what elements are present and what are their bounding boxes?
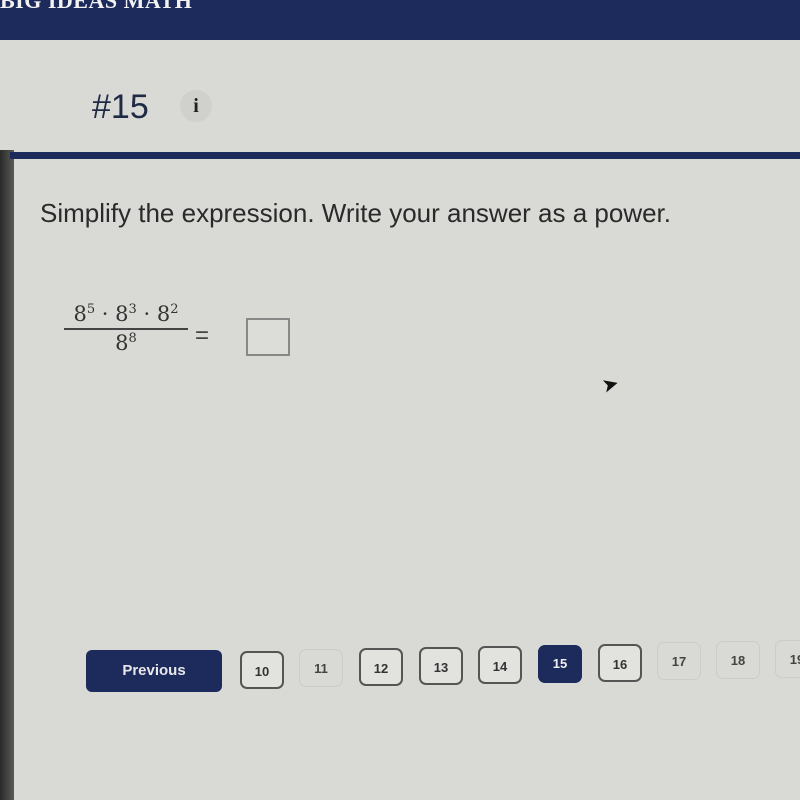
fraction-expression: 85 · 83 · 82 88 [64, 302, 188, 355]
denominator: 88 [115, 331, 137, 355]
page-button-16[interactable]: 16 [598, 644, 642, 682]
page-button-15-current[interactable]: 15 [538, 645, 582, 683]
page-button-17[interactable]: 17 [657, 642, 701, 680]
mouse-cursor-icon: ➤ [599, 372, 622, 398]
divider [10, 152, 800, 159]
page-button-13[interactable]: 13 [419, 647, 463, 685]
screen-bezel [0, 150, 14, 800]
page-button-12[interactable]: 12 [359, 648, 403, 686]
page-button-11[interactable]: 11 [299, 649, 343, 687]
numerator: 85 · 83 · 82 [64, 302, 188, 330]
question-number: #15 [92, 88, 149, 126]
top-bar: BIG IDEAS MATH [0, 0, 800, 40]
equals-sign: = [195, 322, 210, 349]
answer-input[interactable] [246, 318, 290, 356]
previous-button[interactable]: Previous [86, 650, 222, 692]
info-icon[interactable]: i [180, 90, 212, 122]
page-button-19[interactable]: 19 [775, 640, 800, 678]
page-button-14[interactable]: 14 [478, 646, 522, 684]
page-button-18[interactable]: 18 [716, 641, 760, 679]
page-button-10[interactable]: 10 [240, 651, 284, 689]
question-prompt: Simplify the expression. Write your answ… [40, 198, 672, 228]
brand-logo: BIG IDEAS MATH [0, 0, 193, 13]
